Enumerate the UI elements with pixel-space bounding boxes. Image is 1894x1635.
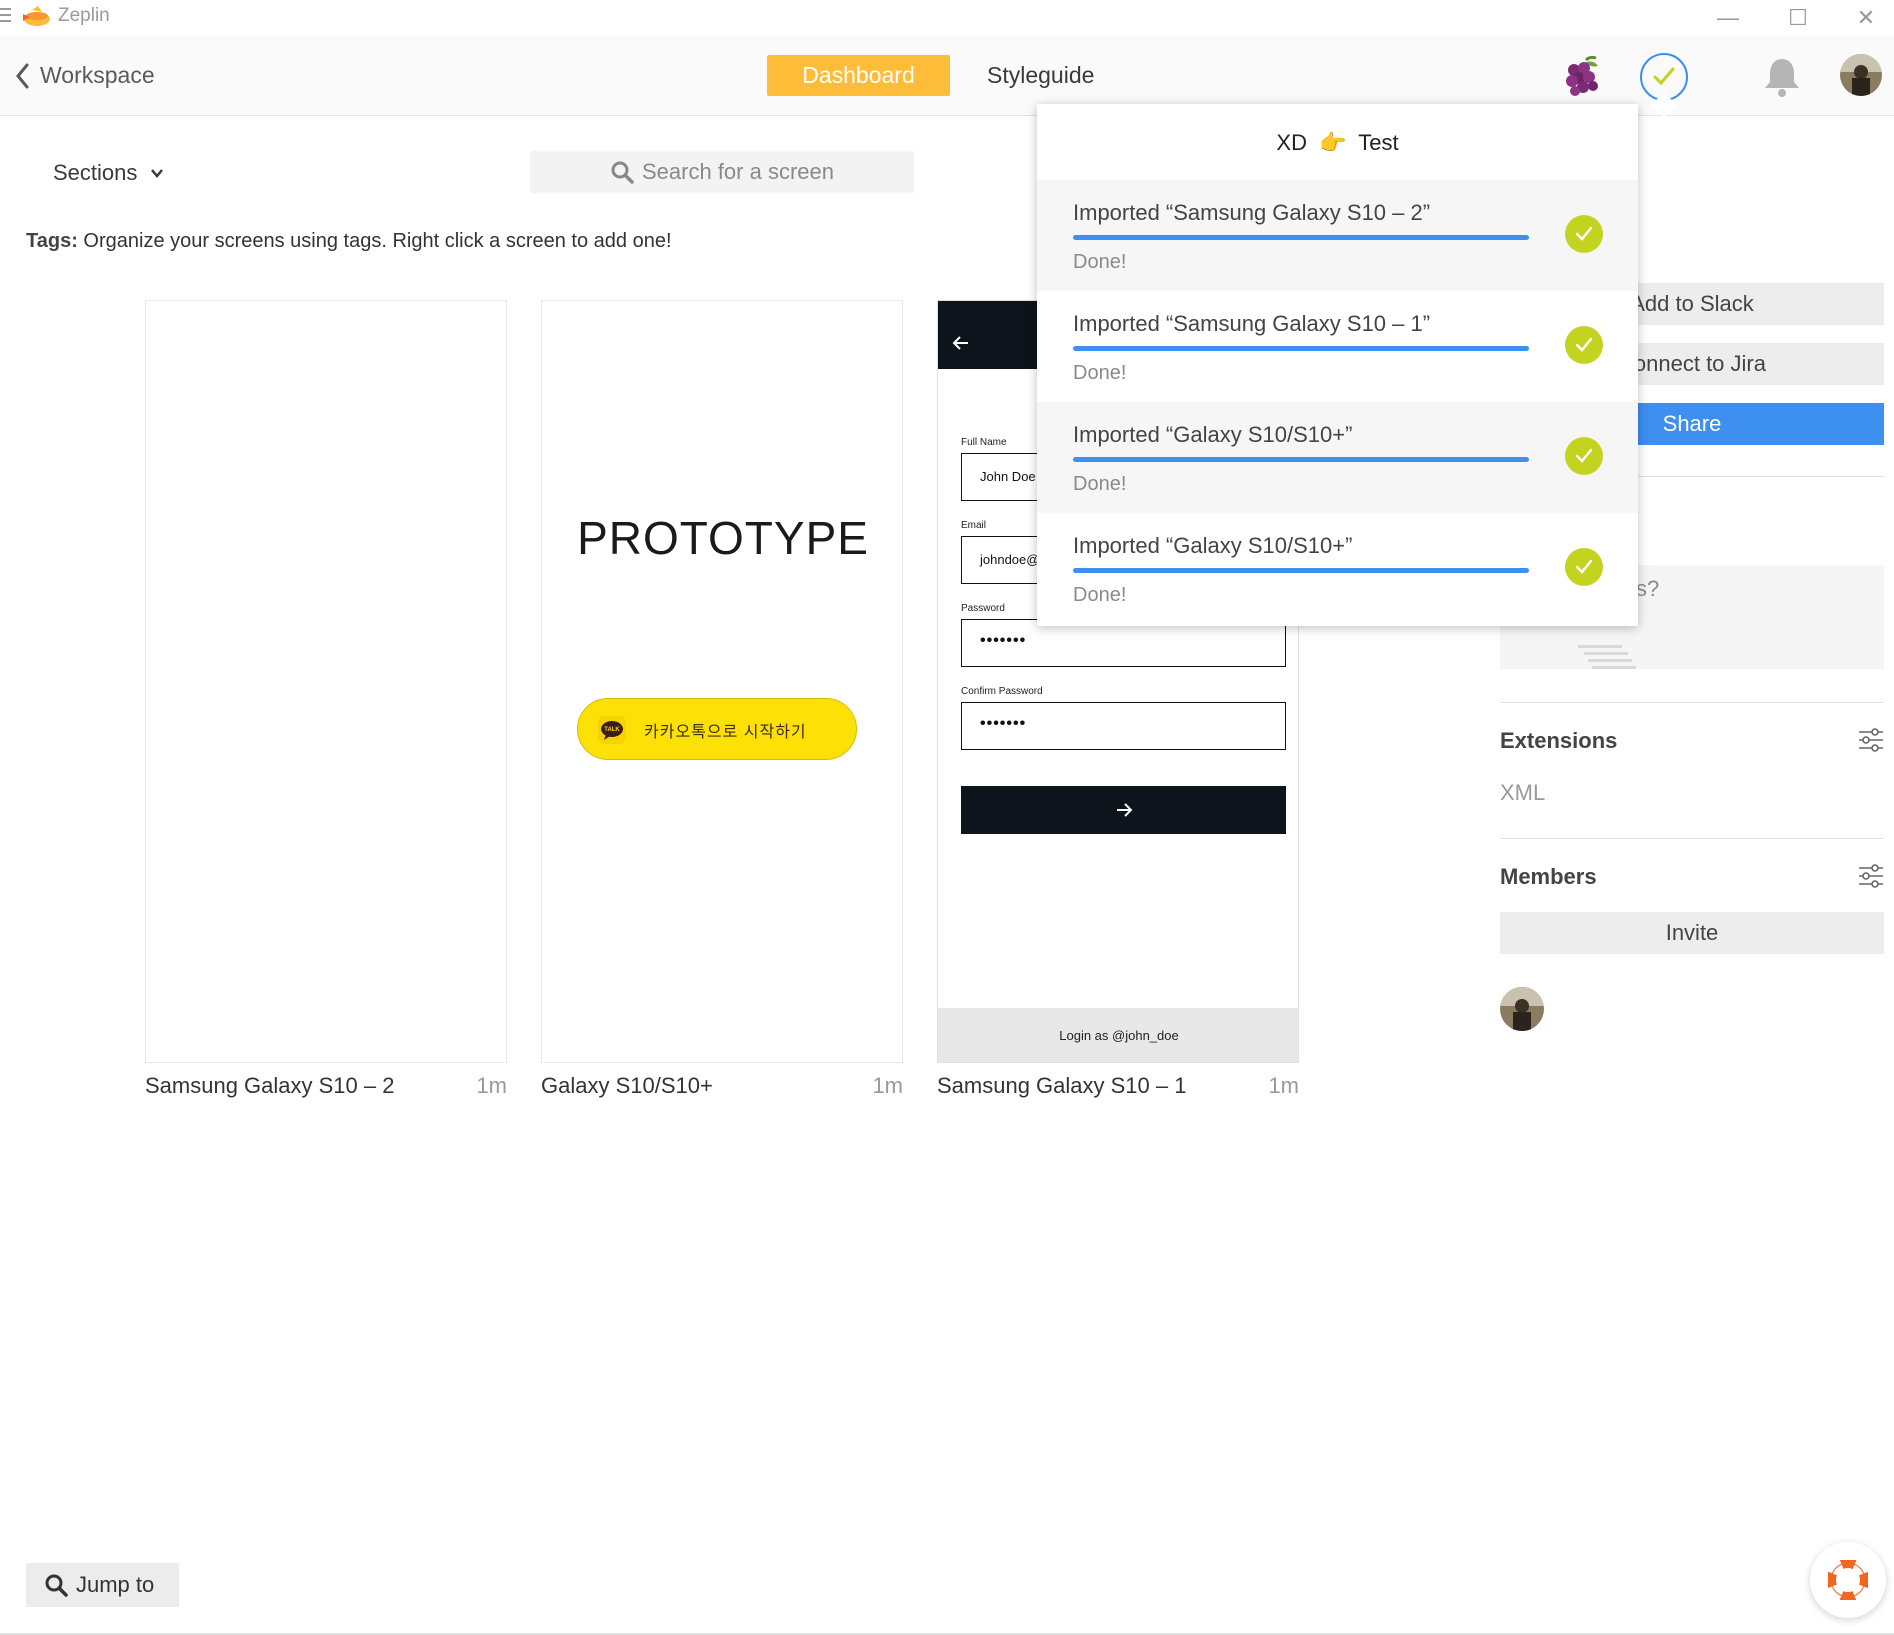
activity-item[interactable]: Imported “Galaxy S10/S10+” Done! bbox=[1037, 513, 1638, 624]
divider bbox=[1500, 838, 1884, 839]
screen-thumbnail[interactable]: PROTOTYPE TALK 카카오톡으로 시작하기 bbox=[541, 300, 903, 1063]
done-check-icon bbox=[1565, 215, 1603, 253]
extension-item-xml[interactable]: XML bbox=[1500, 780, 1545, 806]
prototype-title: PROTOTYPE bbox=[577, 512, 869, 564]
kakao-start-button: TALK 카카오톡으로 시작하기 bbox=[577, 698, 857, 760]
arrow-left-icon bbox=[952, 336, 968, 350]
members-title: Members bbox=[1500, 864, 1597, 889]
screen-time: 1m bbox=[1268, 1073, 1299, 1098]
sliders-settings-icon[interactable] bbox=[1858, 728, 1884, 752]
form-field: ••••••• bbox=[961, 619, 1286, 667]
activity-item-status: Done! bbox=[1073, 473, 1127, 495]
tab-styleguide[interactable]: Styleguide bbox=[987, 55, 1094, 96]
activity-item[interactable]: Imported “Samsung Galaxy S10 – 1” Done! bbox=[1037, 291, 1638, 402]
minimize-button[interactable]: — bbox=[1708, 4, 1748, 32]
kakao-talk-icon: TALK bbox=[598, 716, 626, 744]
avatar-image-icon bbox=[1500, 987, 1544, 1031]
search-input[interactable] bbox=[642, 157, 902, 187]
member-avatar[interactable] bbox=[1500, 987, 1544, 1031]
field-label: Confirm Password bbox=[961, 686, 1043, 697]
activity-title-project: XD bbox=[1276, 130, 1307, 155]
submit-button bbox=[961, 786, 1286, 834]
invite-button[interactable]: Invite bbox=[1500, 912, 1884, 954]
lines-illustration-icon bbox=[1578, 645, 1636, 669]
app-title: Zeplin bbox=[58, 5, 110, 26]
activity-item-label: Imported “Samsung Galaxy S10 – 1” bbox=[1073, 311, 1431, 336]
help-button[interactable] bbox=[1810, 1542, 1886, 1618]
tags-hint: Tags: Organize your screens using tags. … bbox=[26, 230, 672, 253]
activity-item[interactable]: Imported “Galaxy S10/S10+” Done! bbox=[1037, 402, 1638, 513]
divider bbox=[1500, 702, 1884, 703]
login-footer: Login as @john_doe bbox=[938, 1008, 1298, 1062]
done-check-icon bbox=[1565, 326, 1603, 364]
hamburger-menu-icon[interactable] bbox=[0, 8, 12, 24]
screen-thumbnail[interactable] bbox=[145, 300, 507, 1063]
kakao-icon-text: TALK bbox=[604, 727, 620, 733]
done-check-icon bbox=[1565, 437, 1603, 475]
activity-item-status: Done! bbox=[1073, 251, 1127, 273]
screen-name[interactable]: Samsung Galaxy S10 – 1 bbox=[937, 1073, 1186, 1099]
progress-bar bbox=[1073, 235, 1529, 240]
progress-bar bbox=[1073, 457, 1529, 462]
kakao-button-label: 카카오톡으로 시작하기 bbox=[644, 724, 807, 741]
activity-item-status: Done! bbox=[1073, 584, 1127, 606]
done-check-icon bbox=[1565, 548, 1603, 586]
close-window-button[interactable]: ✕ bbox=[1846, 4, 1886, 32]
progress-bar bbox=[1073, 568, 1529, 573]
jump-to-button[interactable]: Jump to bbox=[26, 1563, 179, 1607]
grapes-icon[interactable] bbox=[1560, 54, 1604, 98]
activity-item-label: Imported “Galaxy S10/S10+” bbox=[1073, 533, 1353, 558]
activity-item-status: Done! bbox=[1073, 362, 1127, 384]
pointing-hand-icon: 👉 bbox=[1319, 130, 1347, 155]
screen-time: 1m bbox=[872, 1073, 903, 1098]
field-label: Password bbox=[961, 603, 1005, 614]
progress-bar bbox=[1073, 346, 1529, 351]
jump-to-label: Jump to bbox=[76, 1572, 155, 1597]
avatar-image-icon bbox=[1840, 54, 1882, 96]
chevron-left-icon[interactable] bbox=[14, 62, 32, 90]
activity-item-label: Imported “Galaxy S10/S10+” bbox=[1073, 422, 1353, 447]
tags-text: Organize your screens using tags. Right … bbox=[83, 230, 672, 252]
screen-name[interactable]: Galaxy S10/S10+ bbox=[541, 1073, 713, 1099]
field-label: Email bbox=[961, 520, 987, 531]
screen-name[interactable]: Samsung Galaxy S10 – 2 bbox=[145, 1073, 394, 1099]
field-label: Full Name bbox=[961, 437, 1007, 448]
maximize-button[interactable]: ☐ bbox=[1778, 4, 1818, 32]
sections-dropdown[interactable]: Sections bbox=[53, 160, 137, 186]
field-value: ••••••• bbox=[980, 715, 1027, 732]
sliders-settings-icon[interactable] bbox=[1858, 864, 1884, 888]
field-value: ••••••• bbox=[980, 632, 1027, 649]
search-icon bbox=[45, 1574, 68, 1597]
tab-dashboard[interactable]: Dashboard bbox=[767, 55, 950, 96]
screen-time: 1m bbox=[476, 1073, 507, 1098]
form-field: ••••••• bbox=[961, 702, 1286, 750]
bell-icon[interactable] bbox=[1762, 55, 1802, 99]
field-value: johndoe@ bbox=[980, 552, 1040, 567]
lifebuoy-icon bbox=[1828, 1560, 1868, 1600]
extensions-title: Extensions bbox=[1500, 728, 1618, 753]
chevron-down-icon[interactable] bbox=[150, 168, 164, 178]
tags-label: Tags: bbox=[26, 230, 78, 252]
empty-state-text: s? bbox=[1636, 576, 1660, 601]
activity-title-name: Test bbox=[1358, 130, 1399, 155]
activity-title: XD 👉 Test bbox=[1037, 130, 1638, 156]
activity-item-label: Imported “Samsung Galaxy S10 – 2” bbox=[1073, 200, 1431, 225]
field-value: John Doe bbox=[980, 469, 1036, 484]
user-avatar[interactable] bbox=[1840, 54, 1882, 96]
workspace-back-link[interactable]: Workspace bbox=[40, 62, 155, 89]
zeplin-logo-icon bbox=[23, 6, 50, 26]
search-icon bbox=[611, 161, 634, 184]
activity-item[interactable]: Imported “Samsung Galaxy S10 – 2” Done! bbox=[1037, 180, 1638, 291]
arrow-right-icon bbox=[1117, 803, 1133, 817]
activity-dropdown: XD 👉 Test Imported “Samsung Galaxy S10 –… bbox=[1037, 104, 1638, 626]
title-bar bbox=[0, 0, 1894, 36]
